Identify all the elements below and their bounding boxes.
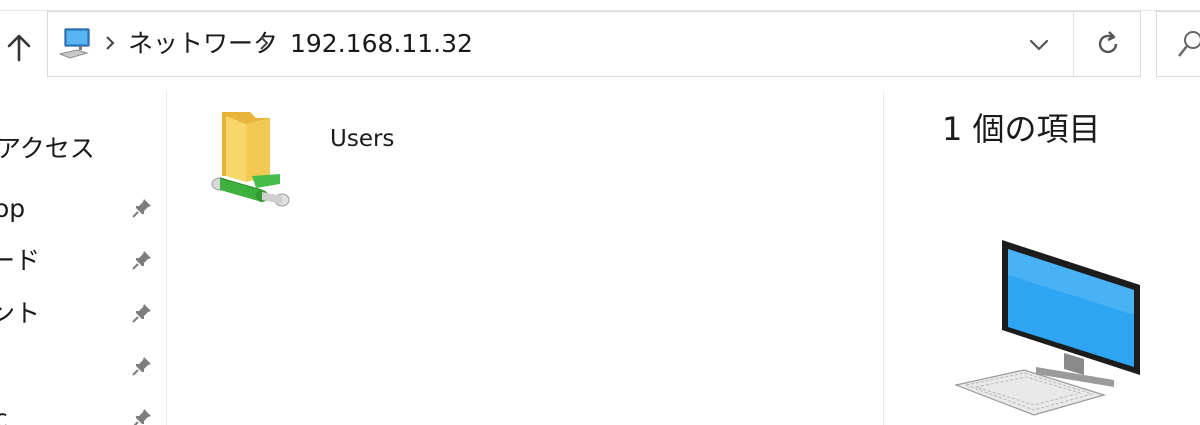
- nav-item-label: ード: [0, 246, 41, 275]
- search-icon: [1178, 31, 1200, 57]
- computer-icon: [58, 28, 90, 59]
- item-count-text: 1 個の項目: [942, 110, 1101, 148]
- nav-item-documents[interactable]: ント: [0, 295, 166, 339]
- pin-icon[interactable]: [130, 301, 154, 325]
- pin-icon[interactable]: [130, 406, 154, 425]
- network-share-folder-icon: [211, 112, 290, 207]
- address-divider: [1073, 12, 1074, 76]
- nav-item-pc[interactable]: c: [0, 400, 166, 425]
- up-arrow-icon: [7, 34, 31, 62]
- breadcrumb-chevron-icon[interactable]: [258, 35, 270, 51]
- breadcrumb-chevron-icon[interactable]: [104, 35, 116, 51]
- address-bar[interactable]: ネットワーク 192.168.11.32: [47, 11, 1141, 77]
- nav-item-desktop[interactable]: op: [0, 190, 166, 234]
- search-input[interactable]: [1156, 11, 1200, 77]
- pin-icon[interactable]: [130, 248, 154, 272]
- navigation-pane: アクセス op ード ント c: [0, 90, 167, 425]
- breadcrumb-host[interactable]: 192.168.11.32: [290, 28, 473, 60]
- breadcrumb-network[interactable]: ネットワーク: [128, 28, 278, 60]
- details-pane: 1 個の項目: [883, 90, 1200, 425]
- nav-item-downloads[interactable]: ード: [0, 242, 166, 286]
- refresh-icon[interactable]: [1090, 26, 1126, 62]
- pin-icon[interactable]: [130, 196, 154, 220]
- nav-item-label: ント: [0, 299, 41, 328]
- chevron-down-icon[interactable]: [1024, 33, 1054, 57]
- list-item-label: Users: [330, 126, 395, 152]
- nav-item-label: c: [0, 402, 8, 425]
- nav-item-pictures[interactable]: [0, 348, 166, 392]
- computer-icon: [954, 240, 1140, 416]
- window-top-edge: [0, 0, 1200, 11]
- pin-icon[interactable]: [130, 354, 154, 378]
- nav-item-label: アクセス: [0, 134, 95, 163]
- nav-item-quick-access[interactable]: アクセス: [0, 128, 166, 172]
- nav-item-label: op: [0, 194, 26, 223]
- list-item-users[interactable]: Users: [200, 104, 440, 214]
- up-button[interactable]: [4, 30, 34, 64]
